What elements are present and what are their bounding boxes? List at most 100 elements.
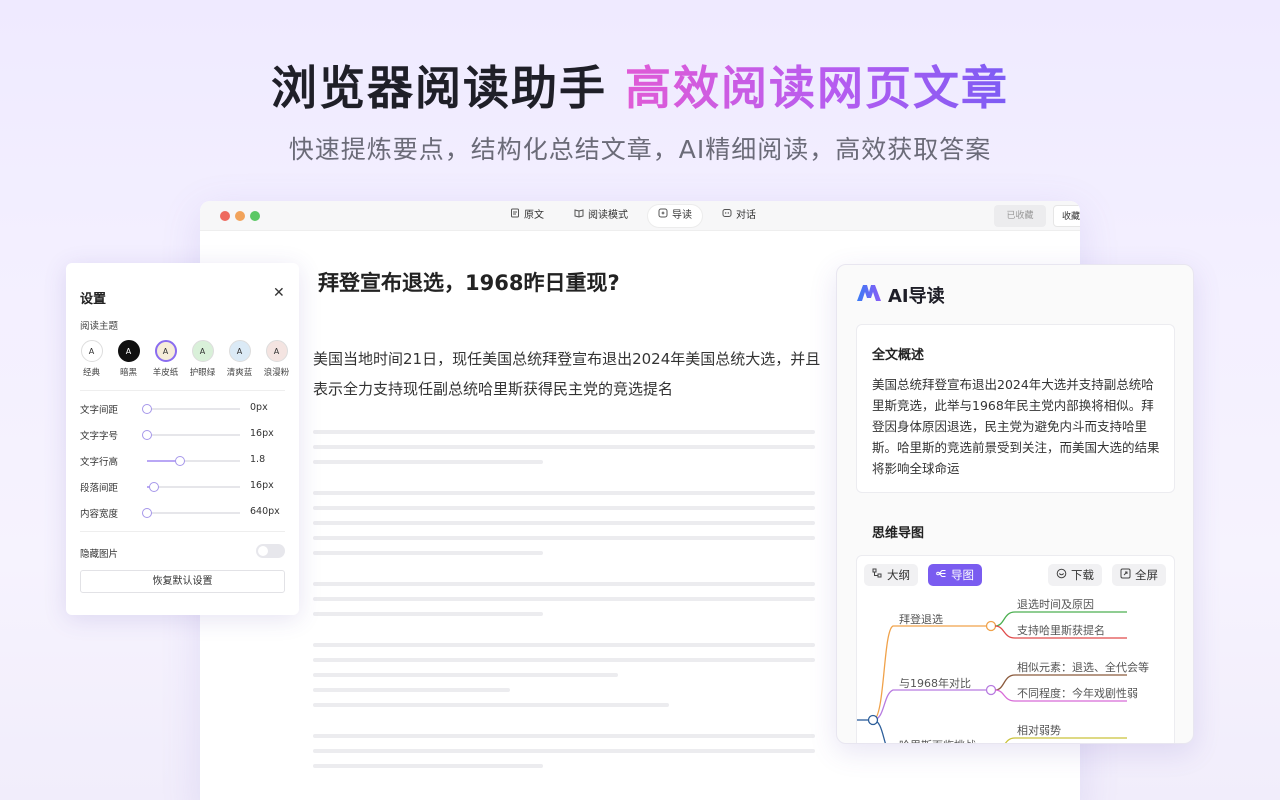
hero-title-highlight: 高效阅读网页文章 bbox=[625, 61, 1009, 115]
slider-value: 16px bbox=[250, 428, 274, 439]
skeleton-line bbox=[313, 506, 815, 510]
skeleton-line bbox=[313, 658, 815, 662]
mindmap-leaf-label: 相似元素：退选、全代会等 bbox=[1017, 660, 1149, 674]
mindmap-node bbox=[985, 620, 997, 632]
mindmap-branch-label: 与1968年对比 bbox=[899, 676, 971, 690]
minimize-window-dot[interactable] bbox=[235, 211, 245, 221]
close-window-dot[interactable] bbox=[220, 211, 230, 221]
document-icon bbox=[510, 205, 520, 227]
settings-title: 设置 bbox=[80, 292, 107, 307]
favorite-button[interactable]: 收藏 bbox=[1053, 205, 1080, 227]
hero-title: 浏览器阅读助手 高效阅读网页文章 bbox=[0, 52, 1280, 118]
theme-name: 清爽蓝 bbox=[226, 368, 253, 378]
tab-original-label: 原文 bbox=[524, 210, 544, 221]
maximize-window-dot[interactable] bbox=[250, 211, 260, 221]
slider-label: 段落间距 bbox=[80, 483, 119, 494]
theme-option[interactable]: A 暗黑 bbox=[116, 340, 141, 378]
skeleton-line bbox=[313, 703, 669, 707]
theme-option[interactable]: A 清爽蓝 bbox=[227, 340, 252, 378]
mindmap-leaf-label: 退选时间及原因 bbox=[1017, 598, 1094, 611]
theme-swatch: A bbox=[228, 340, 251, 362]
theme-option[interactable]: A 护眼绿 bbox=[190, 340, 215, 378]
theme-swatch: A bbox=[154, 340, 177, 362]
slider-row: 文字字号 16px bbox=[80, 428, 285, 442]
slider-label: 文字间距 bbox=[80, 405, 119, 416]
skeleton-line bbox=[313, 582, 815, 586]
settings-panel: 设置 ✕ 阅读主题 A 经典 A 暗黑 A 羊皮纸 A 护眼绿 A 清爽蓝 A 浪漫粉 文字间距 0px… bbox=[66, 263, 299, 615]
slider-track[interactable] bbox=[147, 512, 240, 514]
slider-track[interactable] bbox=[147, 486, 240, 488]
chat-icon bbox=[722, 205, 732, 227]
tab-reading-mode[interactable]: 阅读模式 bbox=[564, 205, 638, 227]
skeleton-line bbox=[313, 445, 815, 449]
slider-row: 段落间距 16px bbox=[80, 480, 285, 494]
slider-track[interactable] bbox=[147, 434, 240, 436]
summary-heading: 全文概述 bbox=[872, 348, 925, 363]
mindmap-diagram: 拜登退选 退选时间及原因支持哈里斯获提名与1968年对比 相似元素：退选、全代会等不… bbox=[857, 598, 1149, 744]
mindmap-branch-line bbox=[872, 625, 987, 721]
skeleton-line bbox=[313, 643, 815, 647]
tab-chat-label: 对话 bbox=[736, 210, 756, 221]
saved-button[interactable]: 已收藏 bbox=[994, 205, 1046, 227]
slider-handle[interactable] bbox=[142, 430, 152, 440]
mindmap-leaf-label: 不同程度：今年戏剧性弱 bbox=[1017, 686, 1138, 700]
divider bbox=[80, 390, 285, 391]
tab-reading-mode-label: 阅读模式 bbox=[588, 210, 628, 221]
slider-handle[interactable] bbox=[142, 508, 152, 518]
book-icon bbox=[574, 205, 584, 227]
mindmap-branch-label: 哈里斯面临挑战 bbox=[899, 738, 976, 744]
skeleton-line bbox=[313, 551, 543, 555]
mindmap-heading: 思维导图 bbox=[872, 526, 925, 541]
slider-value: 1.8 bbox=[250, 454, 266, 465]
close-icon[interactable]: ✕ bbox=[273, 285, 285, 301]
hide-images-toggle[interactable] bbox=[256, 544, 285, 558]
slider-handle[interactable] bbox=[149, 482, 160, 492]
slider-row: 内容宽度 640px bbox=[80, 506, 285, 520]
theme-option[interactable]: A 经典 bbox=[79, 340, 104, 378]
summary-card: 全文概述 美国总统拜登宣布退出2024年大选并支持副总统哈里斯竞选，此举与196… bbox=[856, 324, 1175, 493]
mindmap-leaf-label: 支持哈里斯获提名 bbox=[1017, 623, 1105, 637]
slider-label: 内容宽度 bbox=[80, 509, 119, 520]
skeleton-line bbox=[313, 612, 543, 616]
mindmap-leaf-label: 相对弱势 bbox=[1017, 723, 1061, 737]
ai-guide-panel: AI导读 全文概述 美国总统拜登宣布退出2024年大选并支持副总统哈里斯竞选，此… bbox=[836, 264, 1194, 744]
skeleton-line bbox=[313, 521, 815, 525]
tab-original[interactable]: 原文 bbox=[500, 205, 554, 227]
theme-label: 阅读主题 bbox=[80, 321, 119, 332]
mindmap-branch-line bbox=[872, 689, 987, 721]
theme-option[interactable]: A 羊皮纸 bbox=[153, 340, 178, 378]
mode-tabs: 原文 阅读模式 导读 对话 bbox=[500, 205, 766, 227]
theme-options: A 经典 A 暗黑 A 羊皮纸 A 护眼绿 A 清爽蓝 A 浪漫粉 bbox=[79, 340, 289, 378]
skeleton-line bbox=[313, 688, 510, 692]
slider-value: 0px bbox=[250, 402, 268, 413]
slider-handle[interactable] bbox=[174, 456, 185, 466]
article-paragraph: 美国当地时间21日，现任美国总统拜登宣布退出2024年美国总统大选，并且表示全力… bbox=[313, 350, 821, 398]
theme-swatch: A bbox=[191, 340, 214, 362]
theme-name: 暗黑 bbox=[119, 368, 137, 378]
sparkle-icon bbox=[658, 205, 668, 227]
theme-name: 羊皮纸 bbox=[152, 368, 179, 378]
skeleton-line bbox=[313, 764, 543, 768]
skeleton-line bbox=[313, 460, 543, 464]
tab-chat[interactable]: 对话 bbox=[712, 205, 766, 227]
theme-swatch: A bbox=[117, 340, 140, 362]
skeleton-line bbox=[313, 673, 618, 677]
hide-images-label: 隐藏图片 bbox=[80, 549, 119, 560]
slider-track[interactable] bbox=[147, 408, 240, 410]
skeleton-line bbox=[313, 749, 815, 753]
ai-header: AI导读 bbox=[856, 282, 945, 308]
divider bbox=[80, 531, 285, 532]
slider-handle[interactable] bbox=[142, 404, 152, 414]
tab-guide-label: 导读 bbox=[672, 210, 692, 221]
reset-defaults-button[interactable]: 恢复默认设置 bbox=[80, 570, 285, 593]
tab-guide[interactable]: 导读 bbox=[648, 205, 702, 227]
skeleton-line bbox=[313, 430, 815, 434]
mindmap-card: 大纲 导图 下载 全屏 拜登退选 退选时间及原因 支持哈里斯获提名 与1968年对比相… bbox=[856, 555, 1175, 744]
theme-name: 浪漫粉 bbox=[263, 368, 290, 378]
theme-swatch: A bbox=[80, 340, 103, 362]
theme-name: 护眼绿 bbox=[189, 368, 216, 378]
slider-label: 文字行高 bbox=[80, 457, 119, 468]
slider-label: 文字字号 bbox=[80, 431, 119, 442]
theme-name: 经典 bbox=[82, 368, 100, 378]
theme-option[interactable]: A 浪漫粉 bbox=[264, 340, 289, 378]
